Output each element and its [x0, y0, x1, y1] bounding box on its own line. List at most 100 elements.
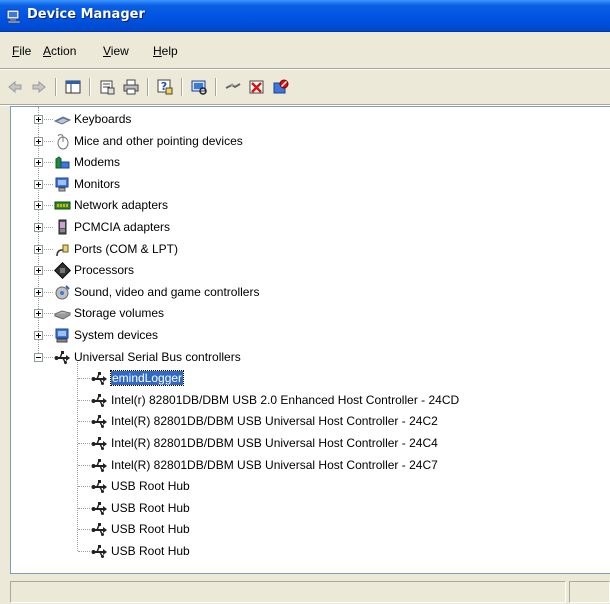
usb-device-item[interactable]: USB Root Hub	[11, 498, 610, 519]
tree-connector-horizontal	[44, 356, 53, 358]
expand-toggle[interactable]	[34, 158, 43, 168]
status-pane-secondary	[569, 581, 610, 603]
toolbar-separator	[215, 78, 217, 96]
usb-icon	[91, 457, 108, 474]
usb-device-item[interactable]: USB Root Hub	[11, 519, 610, 540]
toolbar-separator	[147, 78, 149, 96]
disable-button[interactable]	[270, 76, 292, 98]
tree-connector-horizontal	[44, 227, 53, 228]
sound-icon	[54, 284, 71, 301]
tree-connector-horizontal	[78, 507, 90, 509]
tree-category-universal-serial-bus-controllers[interactable]: Universal Serial Bus controllers	[11, 347, 610, 368]
tree-category-system-devices[interactable]: System devices	[11, 325, 610, 346]
storage-icon	[53, 305, 72, 322]
mouse-icon	[54, 133, 71, 150]
usb-device-label: USB Root Hub	[111, 544, 190, 558]
tree-category-label: Keyboards	[74, 112, 132, 126]
tree-category-monitors[interactable]: Monitors	[11, 174, 610, 195]
tree-connector-horizontal	[44, 119, 53, 120]
expand-toggle[interactable]	[34, 266, 43, 276]
expand-toggle[interactable]	[34, 136, 43, 146]
title-bar[interactable]: Device Manager	[0, 0, 610, 32]
tree-category-network-adapters[interactable]: Network adapters	[11, 195, 610, 216]
menu-file[interactable]: File	[12, 44, 31, 58]
usb-icon	[91, 413, 108, 430]
usb-device-item[interactable]: Intel(r) 82801DB/DBM USB 2.0 Enhanced Ho…	[11, 390, 610, 411]
menu-bar: File Action View Help	[0, 42, 610, 62]
tree-category-label: Processors	[74, 263, 135, 278]
tree-connector-horizontal	[78, 443, 90, 444]
tree-connector-horizontal	[78, 486, 90, 488]
tree-category-sound-video-and-game-controllers[interactable]: Sound, video and game controllers	[11, 282, 610, 303]
tree-category-label: Mice and other pointing devices	[74, 133, 243, 148]
keyboard-icon	[53, 111, 72, 128]
print-icon	[123, 79, 139, 95]
tree-category-label: System devices	[74, 328, 159, 342]
back-button[interactable]	[4, 76, 26, 98]
forward-icon	[32, 80, 46, 94]
update-driver-button[interactable]	[222, 76, 244, 98]
expand-toggle[interactable]	[34, 223, 43, 232]
menu-separator	[0, 68, 610, 70]
usb-device-item[interactable]: Intel(R) 82801DB/DBM USB Universal Host …	[11, 411, 610, 432]
tree-connector-horizontal	[78, 529, 90, 531]
tree-connector-horizontal	[44, 162, 53, 164]
tree-category-keyboards[interactable]: Keyboards	[11, 109, 610, 130]
usb-device-item[interactable]: USB Root Hub	[11, 476, 610, 497]
toolbar-separator	[55, 78, 57, 96]
tree-connector-horizontal	[44, 270, 53, 272]
tree-category-mice-and-other-pointing-devices[interactable]: Mice and other pointing devices	[11, 131, 610, 152]
tree-connector-horizontal	[44, 313, 53, 315]
forward-button[interactable]	[28, 76, 50, 98]
uninstall-icon	[249, 80, 264, 94]
expand-toggle[interactable]	[34, 287, 43, 297]
uninstall-button[interactable]	[246, 76, 268, 98]
tree-connector-horizontal	[44, 183, 53, 185]
device-manager-icon	[6, 9, 21, 24]
tree-category-label: Network adapters	[74, 198, 169, 213]
expand-toggle[interactable]	[34, 115, 43, 124]
tree-connector-horizontal	[44, 291, 53, 293]
update-driver-icon	[225, 83, 241, 89]
menu-view[interactable]: View	[103, 44, 129, 58]
usb-device-item[interactable]: Intel(R) 82801DB/DBM USB Universal Host …	[11, 455, 610, 476]
disable-icon	[273, 79, 289, 94]
usb-icon	[91, 521, 108, 538]
help-button[interactable]: ?	[154, 76, 176, 98]
device-manager-window: Device Manager File Action View Help ? K…	[0, 0, 610, 604]
print-button[interactable]	[120, 76, 142, 98]
tree-category-label: Sound, video and game controllers	[74, 284, 260, 299]
expand-toggle[interactable]	[34, 201, 43, 211]
expand-toggle[interactable]	[34, 244, 43, 254]
tree-category-pcmcia-adapters[interactable]: PCMCIA adapters	[11, 217, 610, 238]
tree-connector-horizontal	[78, 421, 90, 423]
tree-category-processors[interactable]: Processors	[11, 260, 610, 281]
properties-icon	[100, 80, 115, 95]
usb-icon	[91, 435, 108, 452]
status-bar	[0, 578, 610, 604]
usb-device-item[interactable]: emindLogger	[11, 368, 610, 389]
pcmcia-icon	[54, 219, 71, 236]
properties-button[interactable]	[96, 76, 118, 98]
scan-hardware-button[interactable]	[188, 76, 210, 98]
collapse-toggle[interactable]	[34, 352, 43, 362]
tree-category-storage-volumes[interactable]: Storage volumes	[11, 303, 610, 324]
menu-help[interactable]: Help	[153, 44, 178, 58]
usb-device-item[interactable]: USB Root Hub	[11, 541, 610, 562]
tree-category-ports-com-lpt[interactable]: Ports (COM & LPT)	[11, 239, 610, 260]
tree-category-modems[interactable]: Modems	[11, 152, 610, 173]
processor-icon	[54, 262, 71, 280]
tree-connector-horizontal	[78, 378, 90, 380]
toolbar-separator	[89, 78, 91, 96]
device-tree[interactable]: Keyboards Mice and other pointing devices…	[10, 106, 610, 574]
expand-toggle[interactable]	[34, 179, 43, 189]
usb-device-label: Intel(r) 82801DB/DBM USB 2.0 Enhanced Ho…	[111, 392, 460, 407]
expand-toggle[interactable]	[34, 331, 43, 340]
usb-device-item[interactable]: Intel(R) 82801DB/DBM USB Universal Host …	[11, 433, 610, 454]
expand-toggle[interactable]	[34, 309, 43, 319]
show-hide-console-tree-button[interactable]	[62, 76, 84, 98]
menu-action[interactable]: Action	[43, 44, 76, 58]
show-hide-console-tree-icon	[65, 80, 81, 94]
selected-device-label: emindLogger	[109, 370, 185, 387]
tree-category-label: PCMCIA adapters	[74, 220, 171, 234]
